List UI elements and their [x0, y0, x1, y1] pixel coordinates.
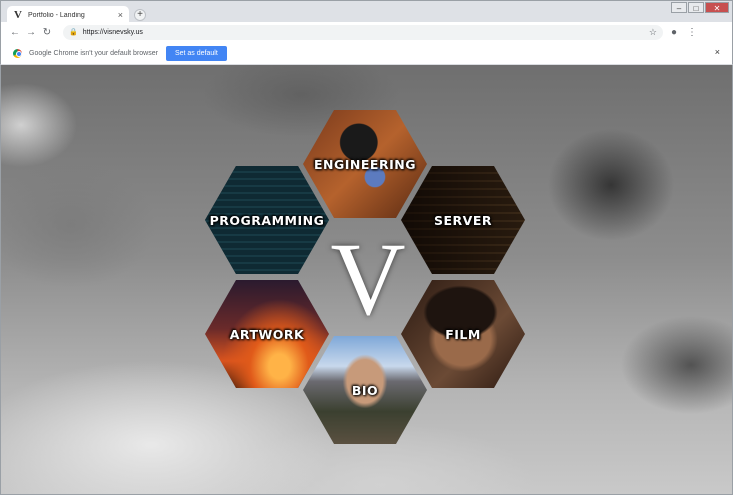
hex-label-film: FILM — [445, 326, 481, 342]
title-bar: V Portfolio - Landing × + – □ ✕ — [0, 0, 733, 24]
close-window-button[interactable]: ✕ — [705, 2, 729, 13]
window-controls: – □ ✕ — [670, 2, 729, 13]
forward-button[interactable]: → — [23, 27, 39, 38]
profile-icon[interactable]: ● — [671, 27, 677, 38]
set-as-default-button[interactable]: Set as default — [165, 45, 227, 61]
chrome-logo-icon — [13, 48, 22, 58]
url-text[interactable]: https://visnevsky.us — [83, 29, 644, 36]
hex-bio[interactable]: BIO — [303, 336, 427, 444]
menu-icon[interactable]: ⋮ — [687, 27, 697, 38]
hex-label-programming: PROGRAMMING — [209, 212, 325, 228]
reload-button[interactable]: ↻ — [39, 27, 55, 38]
minimize-button[interactable]: – — [671, 2, 687, 13]
lock-icon: 🔒 — [69, 29, 78, 36]
center-logo: V — [330, 222, 406, 337]
page-content: ENGINEERING SERVER PROGRAMMING ARTWORK F… — [0, 65, 733, 495]
hex-label-bio: BIO — [351, 382, 379, 398]
back-button[interactable]: ← — [7, 27, 23, 38]
hex-engineering[interactable]: ENGINEERING — [303, 110, 427, 218]
bookmark-star-icon[interactable]: ☆ — [649, 27, 657, 38]
browser-toolbar: ← → ↻ 🔒 https://visnevsky.us ☆ ● ⋮ — [0, 22, 733, 42]
hex-label-server: SERVER — [433, 212, 492, 228]
hex-programming[interactable]: PROGRAMMING — [205, 166, 329, 274]
hex-label-artwork: ARTWORK — [229, 326, 305, 342]
hex-artwork[interactable]: ARTWORK — [205, 280, 329, 388]
default-browser-infobar: Google Chrome isn't your default browser… — [0, 42, 733, 65]
infobar-message: Google Chrome isn't your default browser — [29, 49, 158, 57]
hex-film[interactable]: FILM — [401, 280, 525, 388]
favicon-icon: V — [14, 9, 22, 21]
address-bar[interactable]: 🔒 https://visnevsky.us ☆ — [63, 24, 663, 40]
hex-label-engineering: ENGINEERING — [314, 156, 416, 172]
hex-server[interactable]: SERVER — [401, 166, 525, 274]
tab-title: Portfolio - Landing — [28, 11, 85, 19]
new-tab-button[interactable]: + — [134, 9, 146, 21]
tab-close-icon[interactable]: × — [118, 10, 123, 20]
infobar-close-icon[interactable]: × — [715, 47, 720, 57]
maximize-button[interactable]: □ — [688, 2, 704, 13]
